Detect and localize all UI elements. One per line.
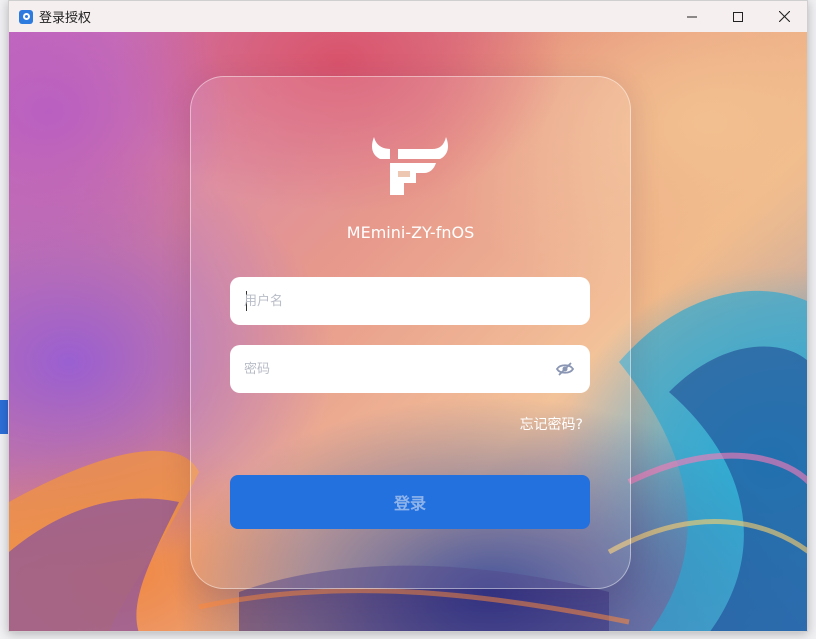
password-input[interactable] (244, 345, 544, 393)
close-icon (778, 11, 790, 22)
close-button[interactable] (761, 1, 807, 32)
app-icon (19, 9, 33, 24)
background-app-accent (0, 400, 8, 434)
password-field[interactable] (230, 345, 590, 393)
minimize-icon (687, 16, 697, 17)
eye-slash-icon[interactable] (556, 361, 574, 377)
maximize-icon (733, 11, 743, 22)
username-input[interactable] (244, 277, 544, 325)
login-window: 登录授权 MEmini-ZY-fnOS 用户名 忘记密码? 登录 (8, 0, 808, 632)
username-field[interactable] (230, 277, 590, 325)
maximize-button[interactable] (715, 1, 761, 32)
device-name: MEmini-ZY-fnOS (346, 223, 475, 242)
forgot-password-link[interactable]: 忘记密码? (520, 414, 583, 434)
login-button[interactable]: 登录 (230, 475, 590, 529)
login-background: MEmini-ZY-fnOS 忘记密码? 登录 (9, 32, 807, 631)
title-bar[interactable]: 登录授权 (9, 1, 807, 32)
window-title: 登录授权 (39, 11, 92, 26)
bull-logo-icon (372, 137, 448, 195)
minimize-button[interactable] (669, 1, 715, 32)
login-card: MEmini-ZY-fnOS 忘记密码? 登录 (190, 76, 631, 589)
